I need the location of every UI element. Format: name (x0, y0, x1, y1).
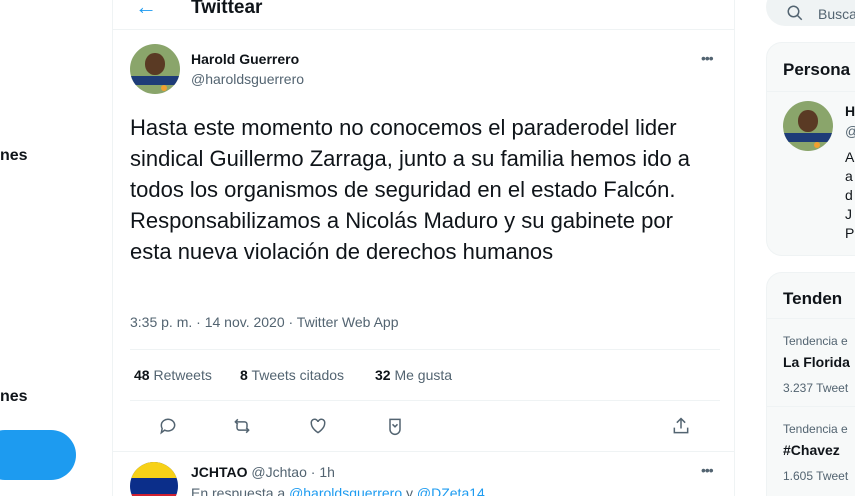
tweet-text: Hasta este momento no conocemos el parad… (130, 115, 691, 264)
search-box[interactable]: Busca (766, 0, 855, 26)
trend-context: Tendencia e (783, 422, 848, 436)
panel-title: Persona (783, 60, 851, 79)
reply-author-handle-time: @Jchtao · 1h (251, 464, 335, 480)
profile-panel: Persona H @ A a d J P (766, 42, 855, 256)
share-icon[interactable] (668, 413, 694, 439)
divider (767, 406, 855, 407)
tweet-timestamp[interactable]: 3:35 p. m. · 14 nov. 2020 · Twitter Web … (130, 314, 398, 330)
bio-line: A (845, 149, 855, 165)
likes-count: 32 (375, 367, 391, 383)
more-options-icon[interactable]: ••• (701, 50, 714, 66)
author-handle[interactable]: @haroldsguerrero (191, 71, 304, 87)
trend-tweet-count: 3.237 Tweet (783, 381, 849, 395)
quote-tweets-stat[interactable]: 8 Tweets citados (240, 367, 344, 383)
search-placeholder: Busca (818, 6, 855, 22)
main-column: ← Twittear Harold Guerrero @haroldsguerr… (112, 0, 735, 496)
trend-name: La Florida (783, 354, 850, 370)
avatar[interactable] (130, 44, 180, 94)
more-options-icon[interactable]: ••• (701, 462, 714, 478)
bookmark-icon[interactable] (382, 413, 408, 439)
tweet-button[interactable] (0, 430, 76, 480)
page-header: ← Twittear (113, 0, 734, 30)
divider (767, 91, 855, 92)
profile-name[interactable]: H (845, 103, 855, 119)
bio-line: J (845, 206, 852, 222)
likes-label: Me gusta (394, 367, 453, 383)
left-navigation: nes nes (0, 0, 112, 496)
nav-item-label-fragment[interactable]: nes (0, 388, 28, 406)
author-name[interactable]: Harold Guerrero (191, 51, 299, 67)
likes-stat[interactable]: 32 Me gusta (375, 367, 452, 383)
divider (113, 451, 734, 452)
like-heart-icon[interactable] (305, 413, 331, 439)
retweets-stat[interactable]: 48 Retweets (134, 367, 212, 383)
reply-icon[interactable] (155, 413, 181, 439)
tweet-stats: 48 Retweets 8 Tweets citados 32 Me gusta (130, 349, 720, 401)
nav-item-label-fragment[interactable]: nes (0, 147, 28, 165)
retweets-label: Retweets (153, 367, 212, 383)
avatar[interactable] (783, 101, 833, 151)
back-arrow-icon[interactable]: ← (135, 0, 157, 20)
page-title: Twittear (191, 0, 263, 18)
retweets-count: 48 (134, 367, 150, 383)
conjunction: y (406, 485, 413, 496)
divider (767, 318, 855, 319)
trends-panel: Tenden Tendencia e La Florida 3.237 Twee… (766, 272, 855, 496)
replying-to-prefix: En respuesta a (191, 485, 286, 496)
reply-author-line[interactable]: JCHTAO @Jchtao · 1h (191, 464, 335, 480)
tweet-actions (130, 401, 720, 451)
bio-line: a (845, 168, 853, 184)
profile-handle[interactable]: @ (845, 123, 855, 139)
bio-line: d (845, 187, 853, 203)
mention-link[interactable]: @haroldsguerrero (289, 485, 402, 496)
trend-tweet-count: 1.605 Tweet (783, 469, 849, 483)
search-icon (787, 5, 803, 21)
trend-context: Tendencia e (783, 334, 848, 348)
panel-title: Tenden (783, 289, 843, 308)
quote-tweets-count: 8 (240, 367, 248, 383)
trend-name: #Chavez (783, 442, 840, 458)
avatar[interactable] (130, 462, 178, 496)
bio-line: P (845, 225, 855, 241)
replying-to-line: En respuesta a @haroldsguerrero y @DZeta… (191, 485, 485, 496)
retweet-icon[interactable] (229, 413, 255, 439)
mention-link[interactable]: @DZeta14 (417, 485, 485, 496)
quote-tweets-label: Tweets citados (251, 367, 345, 383)
reply-author-name: JCHTAO (191, 464, 248, 480)
